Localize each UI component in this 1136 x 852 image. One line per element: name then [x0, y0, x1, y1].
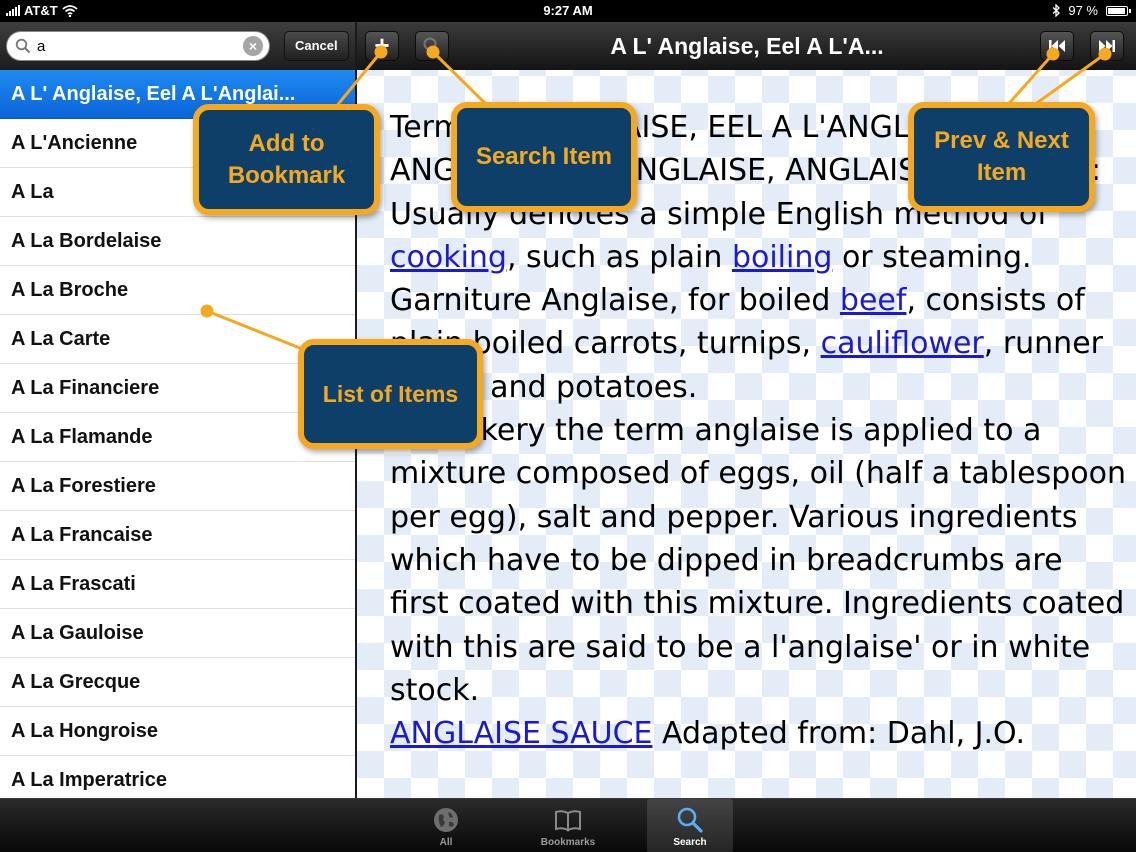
search-bar: × Cancel — [0, 22, 355, 70]
battery-fill — [1108, 7, 1126, 14]
callout-list-of-items: List of Items — [298, 339, 483, 449]
battery-percent: 97 % — [1068, 3, 1098, 18]
tab-search-label: Search — [673, 837, 707, 848]
definition-text: , such as plain — [506, 239, 732, 275]
source-paragraph: ANGLAISE SAUCE Adapted from: Dahl, J.O. — [390, 712, 1130, 755]
bluetooth-icon — [1052, 4, 1061, 17]
clear-search-button[interactable]: × — [243, 36, 263, 56]
list-item[interactable]: A La Bordelaise — [0, 217, 355, 266]
link-beef[interactable]: beef — [840, 283, 907, 318]
list-item[interactable]: A La Francaise — [0, 511, 355, 560]
book-icon — [555, 810, 581, 832]
callout-text: Add to Bookmark — [227, 129, 346, 189]
globe-icon — [434, 808, 458, 832]
tab-search[interactable]: Search — [647, 799, 733, 852]
list-item[interactable]: A La Forestiere — [0, 462, 355, 511]
battery-icon — [1106, 5, 1131, 16]
plus-icon: + — [374, 30, 390, 60]
search-field[interactable]: × — [6, 31, 270, 61]
link-boiling[interactable]: boiling — [732, 240, 832, 275]
link-cauliflower[interactable]: cauliflower — [821, 326, 984, 361]
list-item[interactable]: A La Frascati — [0, 560, 355, 609]
tab-bar: All Bookmarks Search — [0, 798, 1136, 852]
list-item[interactable]: A La Hongroise — [0, 707, 355, 756]
callout-text: Search Item — [475, 143, 613, 170]
add-bookmark-button[interactable]: + — [365, 31, 399, 61]
tab-bookmarks[interactable]: Bookmarks — [525, 799, 611, 852]
search-item-button[interactable] — [415, 31, 449, 61]
link-anglaise-sauce[interactable]: ANGLAISE SAUCE — [390, 716, 653, 751]
previous-icon — [1049, 40, 1065, 52]
magnifier-icon — [423, 37, 440, 54]
search-icon — [677, 807, 703, 833]
callout-text: Prev & Next Item — [934, 127, 1069, 186]
list-item[interactable]: A La Grecque — [0, 658, 355, 707]
callout-prev-next: Prev & Next Item — [908, 102, 1095, 212]
callout-text: List of Items — [322, 381, 459, 407]
link-cooking[interactable]: cooking — [390, 240, 507, 275]
list-item[interactable]: A La Gauloise — [0, 609, 355, 658]
callout-search-item: Search Item — [451, 102, 637, 212]
source-text: Adapted from: Dahl, J.O. — [652, 716, 1025, 752]
tab-all[interactable]: All — [403, 799, 489, 852]
status-time: 9:27 AM — [543, 3, 593, 18]
list-item[interactable]: A La Broche — [0, 266, 355, 315]
detail-toolbar: + A L' Anglaise, Eel A L'A... — [357, 22, 1136, 70]
tab-bookmarks-label: Bookmarks — [540, 837, 596, 848]
status-bar: AT&T 9:27 AM 97 % — [0, 0, 1136, 22]
search-input[interactable] — [31, 37, 243, 55]
callout-add-bookmark: Add to Bookmark — [193, 104, 380, 215]
item-title: A L' Anglaise, Eel A L'A... — [610, 33, 884, 59]
next-item-button[interactable] — [1090, 31, 1124, 61]
tab-all-label: All — [439, 837, 453, 848]
search-icon — [15, 38, 31, 54]
usage-paragraph: In cookery the term anglaise is applied … — [390, 413, 1126, 708]
next-icon — [1099, 40, 1115, 52]
definition-text: , runner — [983, 326, 1103, 362]
definition-text: and potatoes. — [480, 369, 698, 405]
prev-item-button[interactable] — [1040, 31, 1074, 61]
list-item[interactable]: A La Imperatrice — [0, 756, 355, 798]
cancel-button[interactable]: Cancel — [284, 31, 349, 61]
